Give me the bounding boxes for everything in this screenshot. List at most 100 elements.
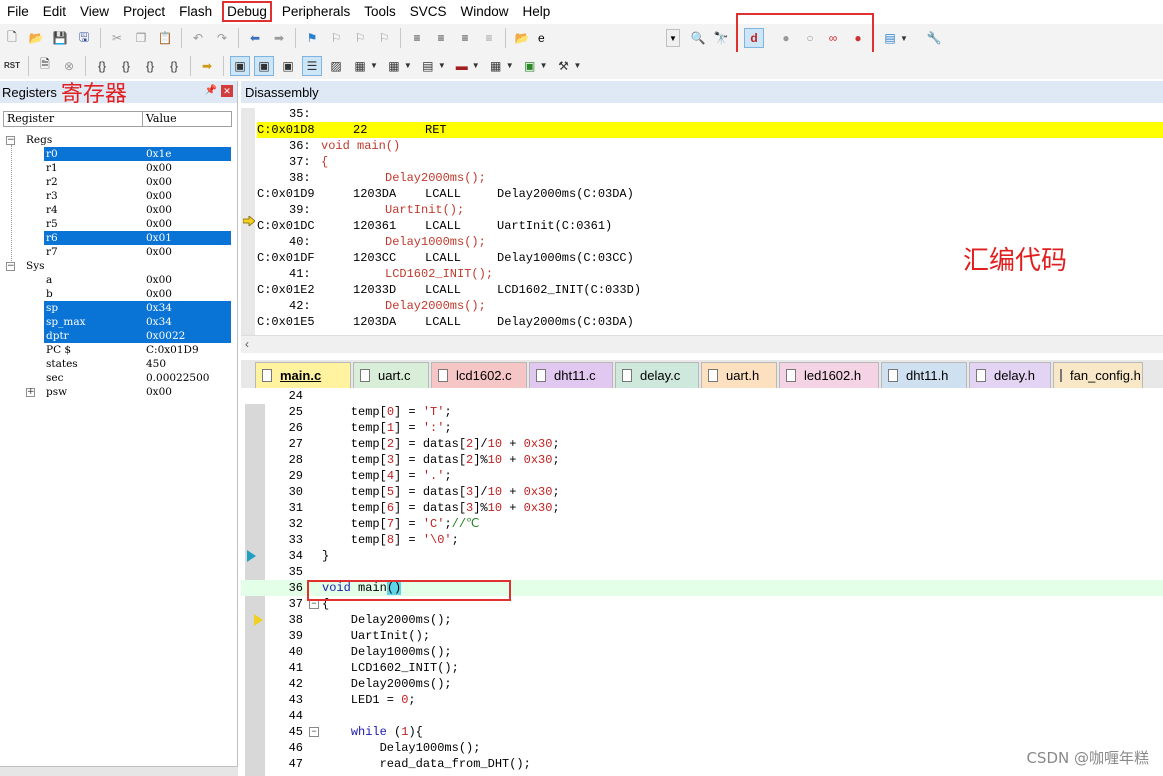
code-line[interactable]: 38 Delay2000ms(); (241, 612, 1163, 628)
kill-all-breakpoints-icon[interactable]: ● (848, 28, 868, 48)
code-line[interactable]: 35 (241, 564, 1163, 580)
incremental-find-icon[interactable]: 🔭 (711, 28, 731, 48)
code-line[interactable]: 27 temp[2] = datas[2]/10 + 0x30; (241, 436, 1163, 452)
col-register-header[interactable]: Register (4, 112, 143, 126)
tab-delay-c[interactable]: delay.c (615, 362, 699, 388)
open-folder-icon[interactable]: 📂 (26, 28, 46, 48)
disassembly-instruction-line[interactable]: C:0x01E5 1203DA LCALL Delay2000ms(C:03DA) (257, 314, 1163, 330)
register-row[interactable]: r3 0x00 (0, 189, 232, 203)
menu-item-flash[interactable]: Flash (172, 1, 219, 22)
code-line[interactable]: 44 (241, 708, 1163, 724)
disassembly-instruction-line[interactable]: C:0x01E2 12033D LCALL LCD1602_INIT(C:033D) (257, 282, 1163, 298)
code-line[interactable]: 25 temp[0] = 'T'; (241, 404, 1163, 420)
code-line[interactable]: 32 temp[7] = 'C';//℃ (241, 516, 1163, 532)
register-value[interactable]: 0x34 (146, 315, 172, 329)
tab-uart-h[interactable]: uart.h (701, 362, 777, 388)
redo-icon[interactable]: ↷ (212, 28, 232, 48)
save-all-icon[interactable]: 🖫 (74, 28, 94, 48)
register-row[interactable]: r7 0x00 (0, 245, 232, 259)
register-value[interactable]: 0x00 (146, 287, 172, 301)
disassembly-instruction-line[interactable]: C:0x01D8 22 RET (257, 122, 1163, 138)
register-row[interactable]: b 0x00 (0, 287, 232, 301)
uncomment-icon[interactable]: ≡ (479, 28, 499, 48)
step-out-icon[interactable]: {} (140, 56, 160, 76)
disassembly-instruction-line[interactable]: C:0x01DC 120361 LCALL UartInit(C:0361) (257, 218, 1163, 234)
menu-item-tools[interactable]: Tools (357, 1, 403, 22)
code-line[interactable]: 42 Delay2000ms(); (241, 676, 1163, 692)
scroll-left-icon[interactable]: ‹ (245, 337, 249, 351)
register-value[interactable]: 0x00 (146, 189, 172, 203)
menu-item-peripherals[interactable]: Peripherals (275, 1, 357, 22)
code-line[interactable]: 47 read_data_from_DHT(); (241, 756, 1163, 772)
find-combo-dropdown[interactable]: ▼ (666, 29, 680, 47)
disassembly-window-icon[interactable]: ▣ (254, 55, 274, 76)
reset-icon[interactable]: RST (2, 56, 22, 76)
register-value[interactable]: 0x00 (146, 245, 172, 259)
step-over-icon[interactable]: {} (116, 56, 136, 76)
register-row[interactable]: sp_max 0x34 (0, 315, 232, 329)
register-row[interactable]: a 0x00 (0, 273, 232, 287)
paste-icon[interactable]: 📋 (155, 28, 175, 48)
disassembly-body[interactable]: 35: C:0x01D8 22 RET 36: void main() 37: {38: Del… (241, 108, 1163, 335)
serial-window-icon[interactable]: ▤ (418, 56, 438, 76)
code-line[interactable]: 31 temp[6] = datas[3]%10 + 0x30; (241, 500, 1163, 516)
code-line[interactable]: 33 temp[8] = '\0'; (241, 532, 1163, 548)
tab-fan_config-h[interactable]: fan_config.h (1053, 362, 1143, 388)
toolbox-icon[interactable]: ⚒ (554, 56, 574, 76)
menu-item-window[interactable]: Window (453, 1, 515, 22)
menu-item-svcs[interactable]: SVCS (403, 1, 454, 22)
register-value[interactable]: 450 (146, 357, 166, 371)
tab-main-c[interactable]: main.c (255, 362, 351, 388)
disassembly-source-line[interactable]: 42: Delay2000ms(); (257, 298, 1163, 314)
tab-led1602-h[interactable]: led1602.h (779, 362, 879, 388)
register-row[interactable]: r4 0x00 (0, 203, 232, 217)
find-in-files-icon[interactable]: 📂 (512, 28, 532, 48)
code-line[interactable]: 30 temp[5] = datas[3]/10 + 0x30; (241, 484, 1163, 500)
register-row[interactable]: r2 0x00 (0, 175, 232, 189)
code-line[interactable]: 34} (241, 548, 1163, 564)
run-icon[interactable]: 🗎 (35, 56, 55, 76)
tab-lcd1602-c[interactable]: lcd1602.c (431, 362, 527, 388)
register-row[interactable]: r0 0x1e (0, 147, 232, 161)
register-value[interactable]: 0x00 (146, 385, 172, 399)
pin-icon[interactable]: 📌 (205, 85, 217, 96)
tab-dht11-h[interactable]: dht11.h (881, 362, 967, 388)
collapse-icon[interactable]: − (6, 262, 15, 271)
register-row[interactable]: dptr 0x0022 (0, 329, 232, 343)
register-value[interactable]: 0x00 (146, 273, 172, 287)
code-line[interactable]: 24 (241, 388, 1163, 404)
menu-item-edit[interactable]: Edit (36, 1, 73, 22)
register-row[interactable]: sp 0x34 (0, 301, 232, 315)
step-into-icon[interactable]: {} (92, 56, 112, 76)
configure-icon[interactable]: 🔧 (924, 28, 944, 48)
tab-dht11-c[interactable]: dht11.c (529, 362, 613, 388)
trace-window-icon[interactable]: ▦ (486, 56, 506, 76)
stop-icon[interactable]: ⊗ (59, 56, 79, 76)
register-value[interactable]: 0x0022 (146, 329, 185, 343)
copy-icon[interactable]: ❐ (131, 28, 151, 48)
indent-icon[interactable]: ≡ (407, 28, 427, 48)
col-value-header[interactable]: Value (143, 112, 177, 126)
register-value[interactable]: 0.00022500 (146, 371, 209, 385)
collapse-icon[interactable]: − (6, 136, 15, 145)
register-value[interactable]: 0x1e (146, 147, 172, 161)
tab-delay-h[interactable]: delay.h (969, 362, 1051, 388)
bookmark-next-icon[interactable]: ⚐ (350, 28, 370, 48)
disassembly-source-line[interactable]: 37: { (257, 154, 1163, 170)
save-icon[interactable]: 💾 (50, 28, 70, 48)
disassembly-source-line[interactable]: 35: (257, 108, 1163, 122)
menu-item-help[interactable]: Help (516, 1, 558, 22)
unindent-icon[interactable]: ≡ (431, 28, 451, 48)
cut-icon[interactable]: ✂ (107, 28, 127, 48)
memory-window-icon[interactable]: ▦ (384, 56, 404, 76)
register-row[interactable]: states 450 (0, 357, 232, 371)
menu-item-file[interactable]: File (0, 1, 36, 22)
bookmark-icon[interactable]: ⚑ (302, 28, 322, 48)
register-row-psw[interactable]: + psw 0x00 (0, 385, 232, 399)
call-stack-icon[interactable]: ▨ (326, 56, 346, 76)
code-line[interactable]: 41 LCD1602_INIT(); (241, 660, 1163, 676)
register-row[interactable]: PC $ C:0x01D9 (0, 343, 232, 357)
menu-item-view[interactable]: View (73, 1, 116, 22)
register-row[interactable]: r5 0x00 (0, 217, 232, 231)
enable-breakpoint-icon[interactable]: ○ (800, 28, 820, 48)
